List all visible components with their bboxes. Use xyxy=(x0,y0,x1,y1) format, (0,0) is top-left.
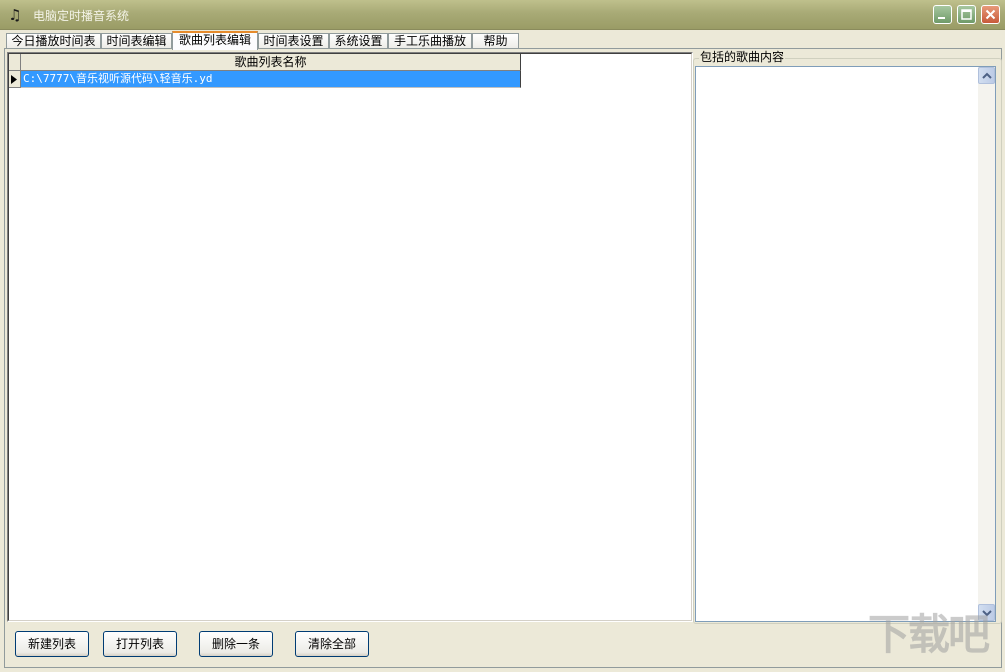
tab-today-schedule[interactable]: 今日播放时间表 xyxy=(6,33,101,49)
grid-column-header[interactable]: 歌曲列表名称 xyxy=(21,54,521,71)
tab-manual-play[interactable]: 手工乐曲播放 xyxy=(388,33,472,49)
songs-listbox[interactable] xyxy=(695,66,996,622)
new-list-button[interactable]: 新建列表 xyxy=(15,631,89,657)
songs-scrollbar[interactable] xyxy=(978,67,995,621)
minimize-icon xyxy=(938,17,945,19)
tab-schedule-edit[interactable]: 时间表编辑 xyxy=(101,33,172,49)
tab-system-settings[interactable]: 系统设置 xyxy=(329,33,388,49)
tab-song-list-edit[interactable]: 歌曲列表编辑 xyxy=(172,31,258,50)
window-title: 电脑定时播音系统 xyxy=(33,9,130,23)
songs-groupbox-label: 包括的歌曲内容 xyxy=(699,50,786,64)
tab-schedule-settings[interactable]: 时间表设置 xyxy=(258,33,329,49)
row-indicator xyxy=(9,71,21,88)
maximize-icon xyxy=(961,9,972,20)
maximize-button[interactable] xyxy=(957,5,976,24)
watermark: 下载吧 xyxy=(868,612,990,659)
tab-help[interactable]: 帮助 xyxy=(472,33,519,49)
open-list-button[interactable]: 打开列表 xyxy=(103,631,177,657)
grid-corner xyxy=(9,54,21,71)
delete-one-button[interactable]: 删除一条 xyxy=(199,631,273,657)
clear-all-button[interactable]: 清除全部 xyxy=(295,631,369,657)
song-list-grid[interactable]: 歌曲列表名称 C:\7777\音乐视听源代码\轻音乐.yd xyxy=(7,52,693,622)
current-row-arrow-icon xyxy=(11,75,17,84)
grid-body: 歌曲列表名称 C:\7777\音乐视听源代码\轻音乐.yd xyxy=(8,53,692,621)
app-music-icon: ♫ xyxy=(8,6,22,24)
close-icon xyxy=(985,9,996,20)
scroll-up-button[interactable] xyxy=(978,67,995,84)
title-bar[interactable]: ♫ 电脑定时播音系统 xyxy=(0,0,1005,30)
minimize-button[interactable] xyxy=(933,5,952,24)
close-button[interactable] xyxy=(981,5,1000,24)
table-row[interactable]: C:\7777\音乐视听源代码\轻音乐.yd xyxy=(21,71,521,88)
chevron-up-icon xyxy=(982,72,992,79)
